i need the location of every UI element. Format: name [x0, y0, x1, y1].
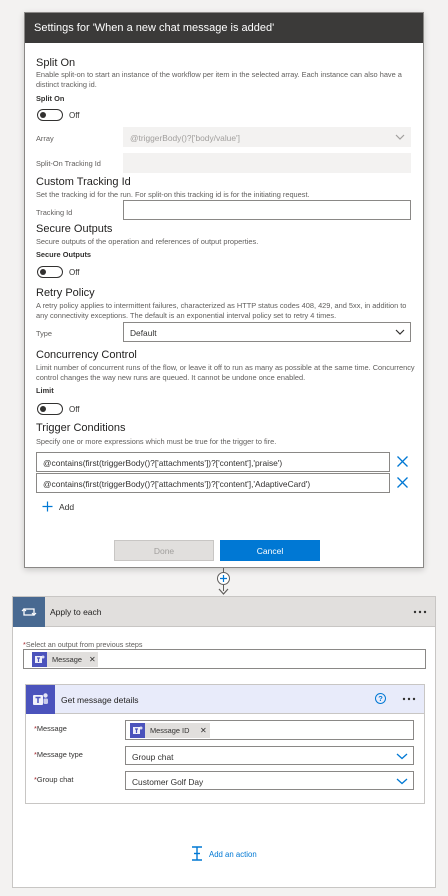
retry-type-dropdown[interactable]: Default — [123, 322, 411, 342]
message-field-label-text: Message — [36, 724, 67, 733]
apply-to-each-card: Apply to each *Select an output from pre… — [12, 596, 436, 888]
group-chat-dropdown[interactable]: Customer Golf Day — [125, 771, 414, 790]
chevron-down-icon — [395, 134, 405, 140]
split-on-bold-label: Split On — [36, 94, 65, 103]
message-id-token[interactable]: Message ID ✕ — [130, 723, 210, 738]
message-type-dropdown[interactable]: Group chat — [125, 746, 414, 765]
apply-to-each-title: Apply to each — [50, 607, 102, 617]
message-type-label: *Message type — [34, 750, 83, 759]
trigger-conditions-title: Trigger Conditions — [36, 422, 126, 434]
chevron-down-icon — [395, 329, 405, 335]
trigger-condition-value: @contains(first(triggerBody()?['attachme… — [43, 458, 283, 468]
trigger-condition-value: @contains(first(triggerBody()?['attachme… — [43, 479, 311, 489]
trigger-conditions-description: Specify one or more expressions which mu… — [36, 437, 277, 446]
close-icon[interactable] — [396, 476, 409, 489]
concurrency-toggle-state: Off — [69, 405, 80, 414]
array-value: @triggerBody()?['body/value'] — [130, 133, 240, 143]
concurrency-title: Concurrency Control — [36, 349, 137, 361]
group-chat-label: *Group chat — [34, 775, 74, 784]
split-on-toggle-state: Off — [69, 111, 80, 120]
message-type-value: Group chat — [132, 752, 174, 762]
retry-type-value: Default — [130, 328, 157, 338]
panel-title: Settings for 'When a new chat message is… — [25, 13, 423, 43]
add-action-button[interactable]: Add an action — [190, 846, 280, 862]
more-icon[interactable] — [402, 697, 416, 701]
retry-policy-title: Retry Policy — [36, 287, 95, 299]
trigger-condition-input[interactable]: @contains(first(triggerBody()?['attachme… — [36, 473, 390, 493]
tracking-id-label: Tracking Id — [36, 208, 73, 217]
message-token[interactable]: Message ✕ — [32, 652, 98, 667]
get-message-details-header[interactable]: Get message details ? — [26, 685, 424, 714]
retry-policy-description: A retry policy applies to intermittent f… — [36, 301, 407, 320]
array-field[interactable]: @triggerBody()?['body/value'] — [123, 127, 411, 147]
get-message-details-title: Get message details — [61, 695, 139, 705]
chevron-down-icon — [396, 753, 408, 760]
teams-icon — [130, 723, 145, 738]
add-action-icon — [192, 846, 202, 861]
secure-outputs-toggle-state: Off — [69, 268, 80, 277]
custom-tracking-title: Custom Tracking Id — [36, 176, 131, 188]
secure-outputs-toggle[interactable] — [37, 266, 63, 278]
message-type-label-text: Message type — [36, 750, 83, 759]
get-message-details-card: Get message details ? *Message Message I… — [25, 684, 425, 804]
add-condition-button[interactable]: Add — [42, 500, 92, 514]
custom-tracking-description: Set the tracking id for the run. For spl… — [36, 190, 310, 199]
add-condition-label: Add — [59, 502, 75, 512]
add-action-label: Add an action — [209, 850, 257, 859]
secure-outputs-bold-label: Secure Outputs — [36, 250, 92, 259]
plus-icon — [42, 501, 53, 512]
array-label: Array — [36, 134, 54, 143]
arrow-down-icon — [218, 588, 229, 595]
apply-to-each-header[interactable]: Apply to each — [13, 597, 435, 627]
help-icon[interactable]: ? — [375, 693, 386, 704]
close-icon[interactable]: ✕ — [89, 652, 96, 667]
select-output-field[interactable]: Message ✕ — [23, 649, 426, 669]
split-on-tracking-label: Split-On Tracking Id — [36, 159, 101, 168]
tracking-id-field[interactable] — [123, 200, 411, 220]
settings-panel: Settings for 'When a new chat message is… — [24, 12, 424, 568]
retry-type-label: Type — [36, 329, 53, 338]
group-chat-value: Customer Golf Day — [132, 777, 204, 787]
close-icon[interactable] — [396, 455, 409, 468]
concurrency-bold-label: Limit — [36, 386, 54, 395]
teams-icon — [26, 685, 55, 714]
concurrency-toggle[interactable] — [37, 403, 63, 415]
message-field-label: *Message — [34, 724, 67, 733]
message-id-field[interactable]: Message ID ✕ — [125, 720, 414, 740]
split-on-tracking-field[interactable] — [123, 153, 411, 173]
loop-icon — [13, 597, 45, 627]
cancel-button[interactable]: Cancel — [220, 540, 320, 561]
plus-icon — [220, 575, 227, 582]
teams-icon — [32, 652, 47, 667]
more-icon[interactable] — [413, 610, 427, 614]
secure-outputs-description: Secure outputs of the operation and refe… — [36, 237, 259, 246]
concurrency-description: Limit number of concurrent runs of the f… — [36, 363, 415, 382]
secure-outputs-title: Secure Outputs — [36, 223, 113, 235]
split-on-description: Enable split-on to start an instance of … — [36, 70, 402, 89]
split-on-toggle[interactable] — [37, 109, 63, 121]
chevron-down-icon — [396, 778, 408, 785]
close-icon[interactable]: ✕ — [200, 723, 207, 738]
split-on-title: Split On — [36, 57, 76, 69]
insert-step-button[interactable] — [217, 572, 230, 585]
group-chat-label-text: Group chat — [36, 775, 74, 784]
select-output-label-text: Select an output from previous steps — [25, 640, 143, 649]
trigger-condition-input[interactable]: @contains(first(triggerBody()?['attachme… — [36, 452, 390, 472]
done-button[interactable]: Done — [114, 540, 214, 561]
select-output-label: *Select an output from previous steps — [23, 640, 143, 649]
message-id-token-label: Message ID — [150, 726, 190, 735]
message-token-label: Message — [52, 655, 82, 664]
